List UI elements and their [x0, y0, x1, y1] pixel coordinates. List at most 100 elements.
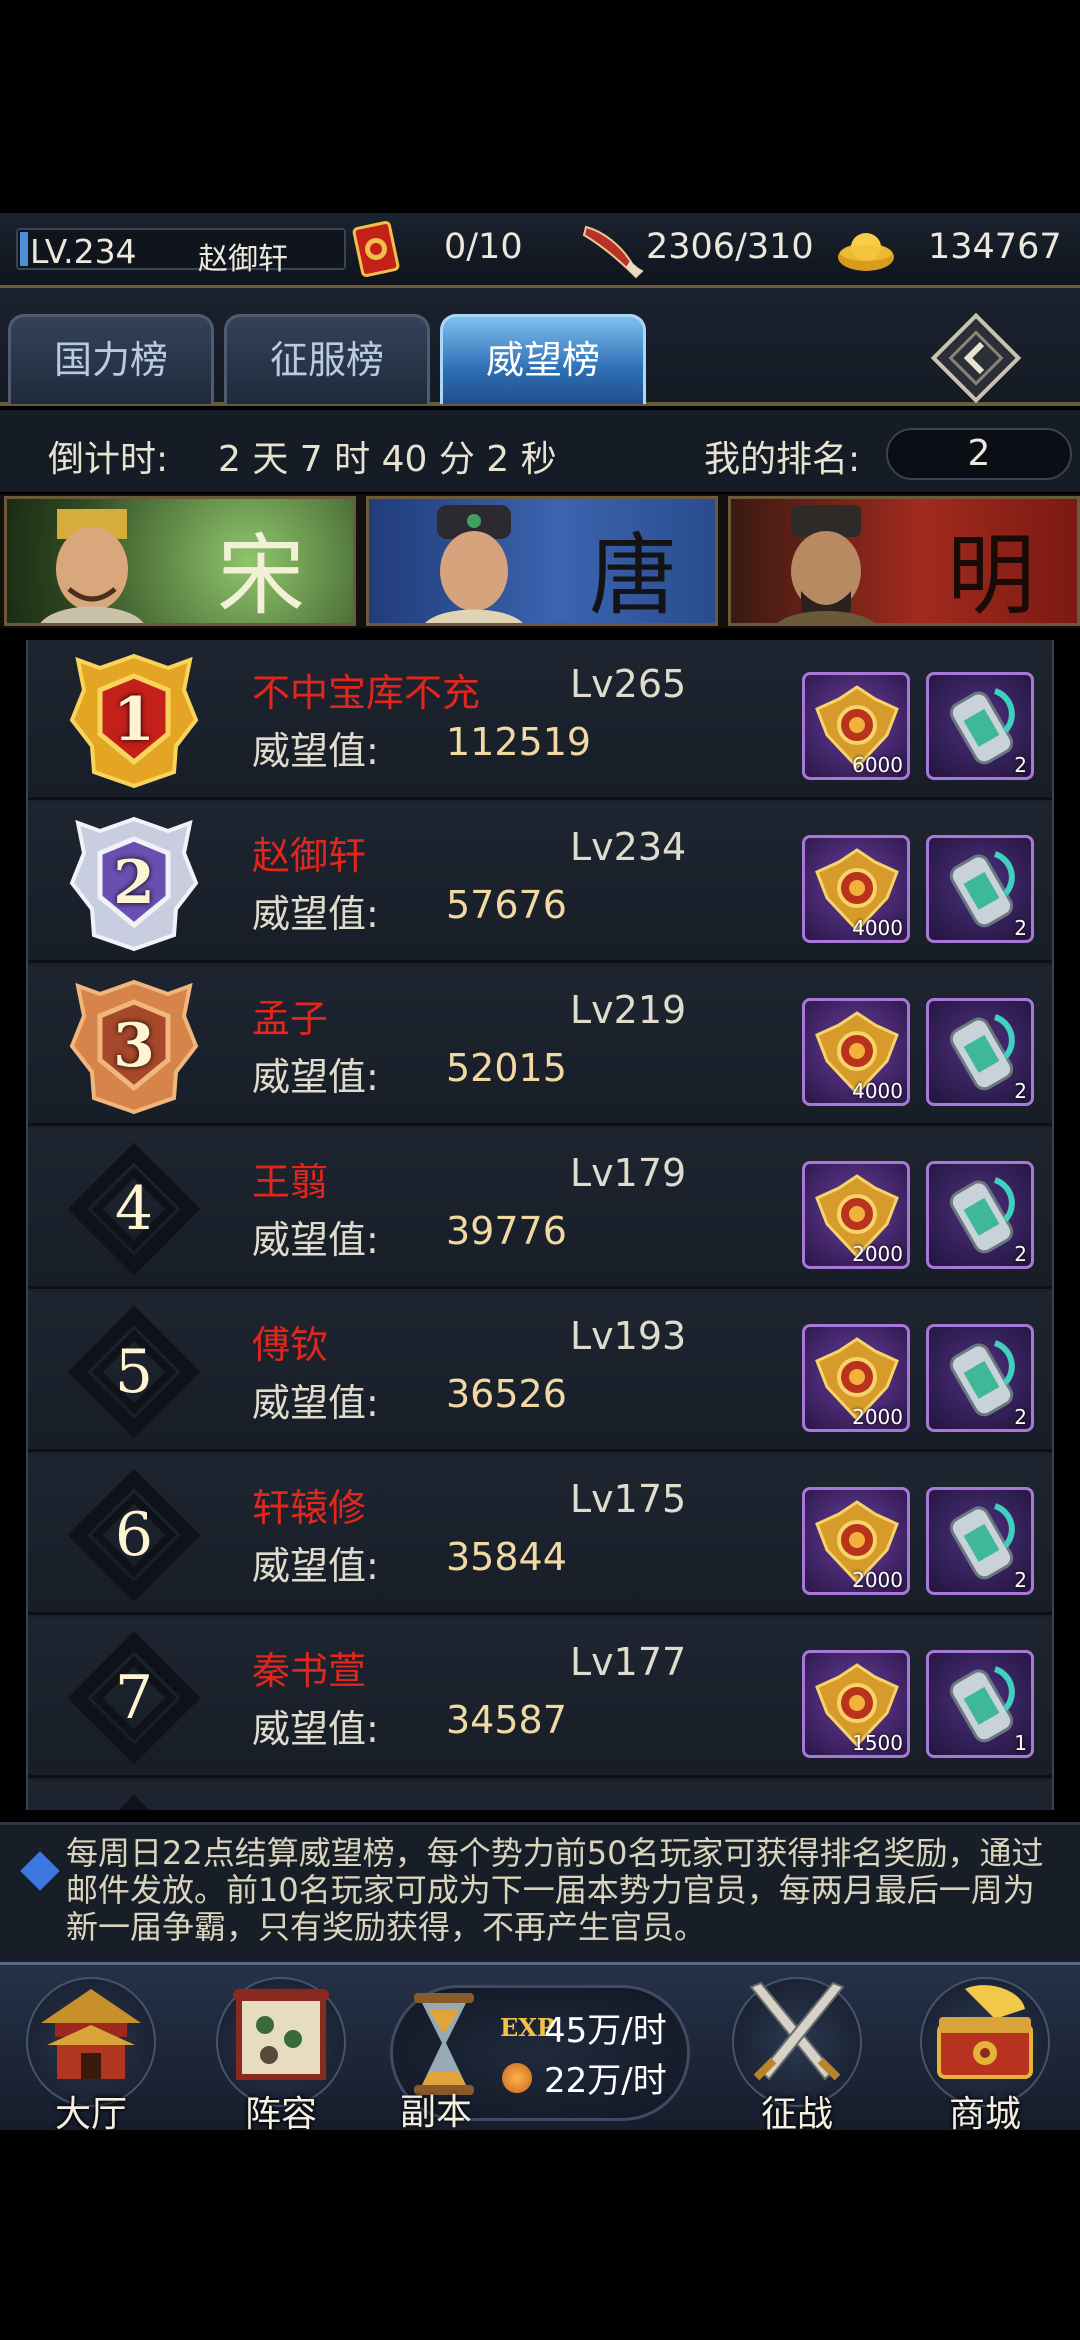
prestige-value: 35844 [446, 1535, 567, 1579]
reward-count: 2 [1014, 916, 1027, 940]
reward-count: 1500 [852, 1731, 903, 1755]
reward-medal-item[interactable]: 6000 [802, 672, 910, 780]
reward-medal-item[interactable]: 2000 [802, 1161, 910, 1269]
rules-note-text: 每周日22点结算威望榜，每个势力前50名玩家可获得排名奖励，通过邮件发放。前10… [66, 1834, 1044, 1946]
status-bar: LV.234 赵御轩 0/10 2306/310 134767 [0, 213, 1080, 288]
reward-medal-item[interactable]: 2000 [802, 1487, 910, 1595]
dynasty-tang-label: 唐 [589, 524, 678, 626]
player-info-box[interactable]: LV.234 赵御轩 [16, 228, 346, 277]
nav-shop-button[interactable]: 商城 [900, 1973, 1070, 2135]
player-level: Lv193 [570, 1314, 687, 1358]
level-bar [20, 232, 28, 266]
prestige-value: 36526 [446, 1372, 567, 1416]
rank-number: 4 [114, 1174, 154, 1244]
dynasty-banner-tang[interactable]: 唐 [366, 496, 718, 626]
countdown-label: 倒计时: [48, 439, 169, 480]
reward-count: 6000 [852, 753, 903, 777]
dynasty-banner-song[interactable]: 宋 [4, 496, 356, 626]
reward-count: 2 [1014, 753, 1027, 777]
gold-count: 134767 [928, 227, 1062, 267]
rank-knot-icon [67, 1794, 201, 1810]
ranking-row[interactable] [28, 1781, 1052, 1810]
dynasty-ming-label: 明 [947, 524, 1036, 626]
nav-lineup-button[interactable]: 阵容 [196, 1973, 366, 2135]
reward-scroll-item[interactable]: 2 [926, 1324, 1034, 1432]
tab-conquest[interactable]: 征服榜 [224, 314, 430, 404]
gold-ingot-icon[interactable] [836, 223, 896, 275]
reward-scroll-item[interactable]: 2 [926, 835, 1034, 943]
dynasty-banners: 宋 唐 明 [0, 494, 1080, 628]
horn-icon[interactable] [582, 221, 644, 279]
rank-number: 2 [113, 848, 155, 918]
player-name[interactable]: 傅钦 [252, 1314, 328, 1369]
token-count: 0/10 [444, 227, 523, 267]
bottom-nav: 大厅 阵容 EXP 45万/时 22万/时 副本 征战 商城 [0, 1962, 1080, 2135]
countdown-value: 2 天 7 时 40 分 2 秒 [218, 439, 557, 480]
reward-scroll-item[interactable]: 2 [926, 1161, 1034, 1269]
reward-scroll-item[interactable]: 2 [926, 1487, 1034, 1595]
reward-medal-item[interactable]: 1500 [802, 1650, 910, 1758]
rank-number: 5 [114, 1337, 154, 1407]
back-icon[interactable] [928, 310, 1024, 406]
reward-medal-item[interactable]: 4000 [802, 998, 910, 1106]
prestige-label: 威望值: [252, 1544, 379, 1588]
prestige-value: 39776 [446, 1209, 567, 1253]
prestige-label: 威望值: [252, 892, 379, 936]
reward-count: 2 [1014, 1079, 1027, 1103]
player-name[interactable]: 赵御轩 [252, 825, 366, 880]
copper-coin-icon [502, 2063, 532, 2093]
rank-number: 1 [113, 685, 155, 755]
ranking-row[interactable]: 7 秦书萱 Lv177 威望值: 34587 1500 1 [28, 1618, 1052, 1778]
player-name[interactable]: 不中宝库不充 [252, 662, 480, 717]
tang-emperor-portrait-icon [425, 505, 523, 623]
tab-national-power[interactable]: 国力榜 [8, 314, 214, 404]
player-name[interactable]: 王翦 [252, 1151, 328, 1206]
ranking-row[interactable]: 3 孟子 Lv219 威望值: 52015 4000 2 [28, 966, 1052, 1126]
ranking-list[interactable]: 1 不中宝库不充 Lv265 威望值: 112519 6000 2 2 赵御轩 … [26, 640, 1054, 1810]
player-name[interactable]: 孟子 [252, 988, 328, 1043]
reward-scroll-item[interactable]: 2 [926, 998, 1034, 1106]
tab-bar: 国力榜 征服榜 威望榜 [0, 288, 1080, 406]
prestige-label: 威望值: [252, 1218, 379, 1262]
prestige-value: 112519 [446, 720, 592, 764]
reward-count: 2000 [852, 1242, 903, 1266]
reward-medal-item[interactable]: 4000 [802, 835, 910, 943]
reward-medal-item[interactable]: 2000 [802, 1324, 910, 1432]
reward-scroll-item[interactable]: 2 [926, 672, 1034, 780]
ranking-row[interactable]: 4 王翦 Lv179 威望值: 39776 2000 2 [28, 1129, 1052, 1289]
prestige-label: 威望值: [252, 1381, 379, 1425]
red-token-icon[interactable] [350, 221, 402, 279]
scroll-board-icon [233, 1989, 329, 2080]
nav-campaign-label: 征战 [760, 2094, 833, 2135]
prestige-label: 威望值: [252, 1055, 379, 1099]
ranking-row[interactable]: 1 不中宝库不充 Lv265 威望值: 112519 6000 2 [28, 640, 1052, 800]
palace-icon [41, 1989, 141, 2079]
rules-note: 每周日22点结算威望榜，每个势力前50名玩家可获得排名奖励，通过邮件发放。前10… [0, 1822, 1080, 1962]
hourglass-icon [414, 1993, 474, 2095]
reward-count: 4000 [852, 916, 903, 940]
reward-scroll-item[interactable]: 1 [926, 1650, 1034, 1758]
player-level: Lv265 [570, 662, 687, 706]
diamond-bullet-icon [20, 1851, 60, 1891]
reward-count: 2 [1014, 1568, 1027, 1592]
crossed-swords-icon [749, 1981, 845, 2081]
nav-campaign-button[interactable]: 征战 [712, 1973, 882, 2135]
rank-number: 3 [113, 1011, 155, 1081]
player-name: 赵御轩 [198, 242, 288, 277]
player-name[interactable]: 秦书萱 [252, 1640, 366, 1695]
prestige-value: 52015 [446, 1046, 567, 1090]
player-level: Lv179 [570, 1151, 687, 1195]
nav-hall-button[interactable]: 大厅 [6, 1973, 176, 2135]
ranking-row[interactable]: 2 赵御轩 Lv234 威望值: 57676 4000 2 [28, 803, 1052, 963]
tab-prestige[interactable]: 威望榜 [440, 314, 646, 404]
reward-count: 2 [1014, 1405, 1027, 1429]
player-level: Lv219 [570, 988, 687, 1032]
ranking-row[interactable]: 5 傅钦 Lv193 威望值: 36526 2000 2 [28, 1292, 1052, 1452]
ranking-row[interactable]: 6 轩辕修 Lv175 威望值: 35844 2000 2 [28, 1455, 1052, 1615]
ranking-screen: LV.234 赵御轩 0/10 2306/310 134767 国力榜 征服榜 … [0, 0, 1080, 2340]
dynasty-banner-ming[interactable]: 明 [728, 496, 1080, 626]
song-emperor-portrait-icon [40, 509, 144, 623]
reward-count: 4000 [852, 1079, 903, 1103]
player-name[interactable]: 轩辕修 [252, 1477, 366, 1532]
exp-rate: 45万/时 [544, 2011, 667, 2051]
